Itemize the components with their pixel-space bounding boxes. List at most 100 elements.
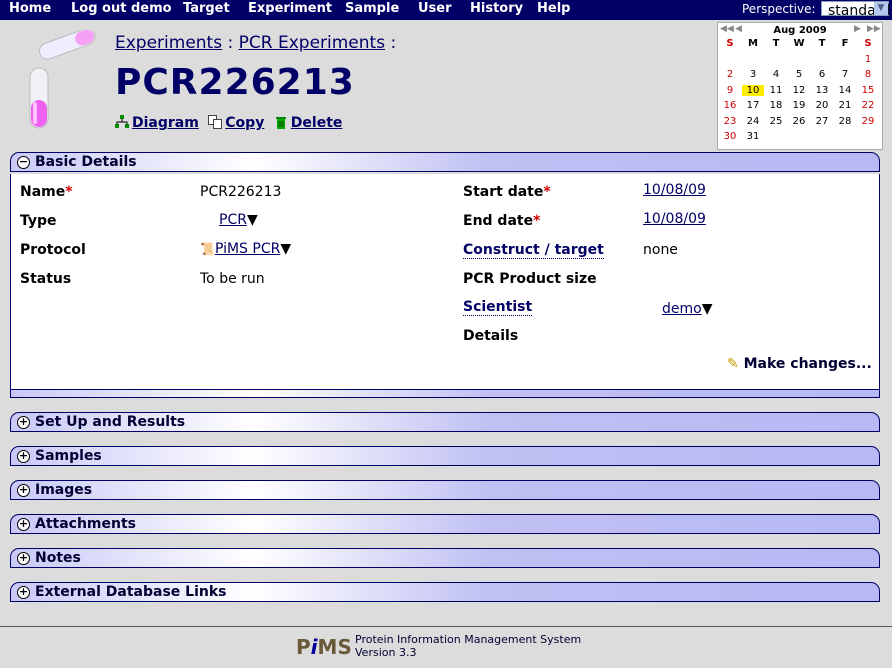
- nav-history[interactable]: History: [470, 1, 523, 16]
- calendar-day[interactable]: 2: [719, 69, 741, 80]
- breadcrumb-separator: :: [227, 33, 234, 53]
- perspective-label: Perspective:: [742, 2, 816, 16]
- protocol-value: PiMS PCR: [214, 241, 281, 257]
- calendar-weekday: M: [748, 38, 758, 49]
- action-links: Diagram Copy Delete: [115, 115, 347, 131]
- calendar-day[interactable]: 24: [742, 116, 764, 127]
- type-select[interactable]: PCR▼: [219, 212, 258, 228]
- calendar-day[interactable]: 14: [834, 85, 856, 96]
- trash-icon: [275, 117, 286, 129]
- section-title: Notes: [35, 550, 81, 566]
- calendar-weekday: W: [793, 38, 805, 49]
- calendar-weekday: F: [841, 38, 849, 49]
- type-label: Type: [20, 213, 57, 229]
- section-setup-results[interactable]: + Set Up and Results: [10, 412, 880, 432]
- diagram-link[interactable]: Diagram: [132, 115, 199, 131]
- calendar-day[interactable]: 1: [857, 54, 879, 65]
- calendar-day[interactable]: 13: [811, 85, 833, 96]
- calendar-day[interactable]: 10: [742, 84, 764, 96]
- calendar-day[interactable]: 8: [857, 69, 879, 80]
- calendar-day[interactable]: 15: [857, 85, 879, 96]
- section-title: Set Up and Results: [35, 414, 186, 430]
- calendar-day[interactable]: 28: [834, 116, 856, 127]
- expand-plus-icon: +: [17, 585, 30, 599]
- calendar-day[interactable]: 17: [742, 100, 764, 111]
- section-notes[interactable]: + Notes: [10, 548, 880, 568]
- top-nav-bar: Home Log out demo Target Experiment Samp…: [0, 0, 892, 20]
- dropdown-arrow-icon: ▼: [246, 212, 258, 228]
- calendar-day[interactable]: 31: [742, 131, 764, 142]
- next-month-icon[interactable]: ▶: [854, 24, 861, 34]
- nav-target[interactable]: Target: [183, 1, 230, 16]
- calendar-day[interactable]: 20: [811, 100, 833, 111]
- pims-logo: PiMS: [296, 635, 352, 659]
- footer-divider: [0, 626, 892, 627]
- calendar-day[interactable]: 27: [811, 116, 833, 127]
- calendar-weekday: S: [864, 38, 872, 49]
- calendar-day[interactable]: 26: [788, 116, 810, 127]
- nav-home[interactable]: Home: [9, 1, 51, 16]
- calendar-day[interactable]: 7: [834, 69, 856, 80]
- footer-line2: Version 3.3: [355, 646, 417, 659]
- calendar-day[interactable]: 16: [719, 100, 741, 111]
- breadcrumb-trail: :: [390, 33, 397, 53]
- calendar-day[interactable]: 12: [788, 85, 810, 96]
- calendar-day[interactable]: 4: [765, 69, 787, 80]
- basic-details-title: Basic Details: [35, 154, 137, 170]
- breadcrumb: Experiments : PCR Experiments :: [115, 33, 396, 53]
- section-title: Samples: [35, 448, 102, 464]
- calendar-day[interactable]: 11: [765, 85, 787, 96]
- calendar-day[interactable]: 18: [765, 100, 787, 111]
- expand-plus-icon: +: [17, 415, 30, 429]
- construct-target-link[interactable]: Construct / target: [463, 242, 604, 259]
- copy-link[interactable]: Copy: [225, 115, 264, 131]
- calendar-day[interactable]: 29: [857, 116, 879, 127]
- calendar-day[interactable]: 5: [788, 69, 810, 80]
- end-date-label: End date*: [463, 213, 541, 229]
- expand-plus-icon: +: [17, 449, 30, 463]
- perspective-select[interactable]: standard ▼: [821, 1, 890, 19]
- breadcrumb-pcr-experiments[interactable]: PCR Experiments: [239, 33, 385, 53]
- scientist-select[interactable]: demo▼: [662, 301, 712, 317]
- start-date-field[interactable]: 10/08/09: [643, 182, 706, 198]
- scientist-link[interactable]: Scientist: [463, 299, 533, 316]
- make-changes-button[interactable]: ✎ Make changes...: [727, 356, 872, 372]
- section-attachments[interactable]: + Attachments: [10, 514, 880, 534]
- section-title: Attachments: [35, 516, 137, 532]
- calendar-day[interactable]: 25: [765, 116, 787, 127]
- calendar-day[interactable]: 19: [788, 100, 810, 111]
- section-external-db-links[interactable]: + External Database Links: [10, 582, 880, 602]
- calendar-day[interactable]: 3: [742, 69, 764, 80]
- section-images[interactable]: + Images: [10, 480, 880, 500]
- expand-plus-icon: +: [17, 517, 30, 531]
- dropdown-arrow-icon: ▼: [701, 301, 713, 317]
- section-samples[interactable]: + Samples: [10, 446, 880, 466]
- nav-sample[interactable]: Sample: [345, 1, 399, 16]
- mini-calendar: ◀◀ ◀ Aug 2009 ▶ ▶▶ S M T W T F S 1 2 3 4 5 6 7 8 9 10 11 1…: [717, 22, 883, 150]
- delete-link[interactable]: Delete: [291, 115, 343, 131]
- scientist-value: demo: [662, 301, 702, 317]
- protocol-select[interactable]: 📜PiMS PCR▼: [200, 241, 291, 257]
- protocol-label: Protocol: [20, 242, 86, 258]
- calendar-day[interactable]: 22: [857, 100, 879, 111]
- nav-logout[interactable]: Log out demo: [71, 1, 172, 16]
- nav-help[interactable]: Help: [537, 1, 570, 16]
- nav-experiment[interactable]: Experiment: [248, 1, 332, 16]
- protocol-icon: 📜: [200, 242, 215, 256]
- calendar-day[interactable]: 9: [719, 85, 741, 96]
- next-year-icon[interactable]: ▶▶: [867, 24, 881, 34]
- construct-target-value: none: [643, 242, 678, 258]
- page-title: PCR226213: [115, 62, 355, 103]
- expand-plus-icon: +: [17, 483, 30, 497]
- footer-line1: Protein Information Management System: [355, 633, 582, 646]
- calendar-day[interactable]: 6: [811, 69, 833, 80]
- status-value: To be run: [200, 271, 265, 287]
- basic-details-body: Name* PCR226213 Type PCR▼ Protocol 📜PiMS…: [10, 174, 880, 390]
- calendar-day[interactable]: 23: [719, 116, 741, 127]
- basic-details-header[interactable]: − Basic Details: [10, 152, 880, 172]
- breadcrumb-experiments[interactable]: Experiments: [115, 33, 222, 53]
- end-date-field[interactable]: 10/08/09: [643, 211, 706, 227]
- nav-user[interactable]: User: [418, 1, 452, 16]
- calendar-day[interactable]: 30: [719, 131, 741, 142]
- calendar-day[interactable]: 21: [834, 100, 856, 111]
